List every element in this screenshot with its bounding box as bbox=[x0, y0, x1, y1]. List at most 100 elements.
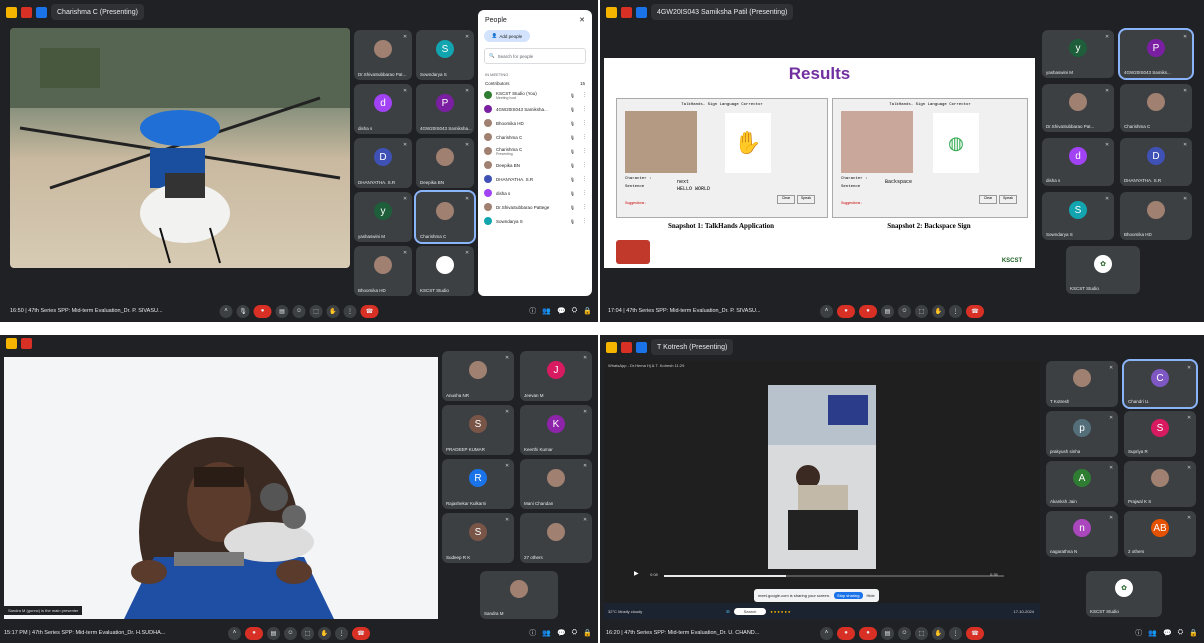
participant-tile[interactable]: ✕ Mani Chandan bbox=[520, 459, 592, 509]
participant-tile[interactable]: ✕ Dr.ShivaSubbarao Pat... bbox=[354, 30, 412, 80]
caret-icon[interactable]: ˄ bbox=[820, 304, 833, 318]
taskbar-apps[interactable]: ● ● ● ● ● ● bbox=[770, 609, 790, 614]
doc-icon[interactable] bbox=[636, 6, 647, 18]
record-icon[interactable] bbox=[621, 341, 632, 353]
speak-button[interactable]: Speak bbox=[797, 195, 815, 204]
participant-tile[interactable]: ✕ Bhoomika HD bbox=[354, 246, 412, 296]
present-icon[interactable]: ⬚ bbox=[309, 304, 323, 318]
folder-icon[interactable] bbox=[606, 341, 617, 353]
participant-tile[interactable]: n ✕ nagarathna N bbox=[1046, 511, 1118, 557]
more-icon[interactable]: ⋮ bbox=[582, 134, 587, 140]
lock-icon[interactable]: 🔒 bbox=[583, 307, 592, 315]
doc-icon[interactable] bbox=[36, 6, 47, 18]
add-people-button[interactable]: 👤 Add people bbox=[484, 30, 530, 42]
participant-tile[interactable]: d ✕ disha s bbox=[354, 84, 412, 134]
participant-tile[interactable]: ✿ KSCST Studio bbox=[1066, 246, 1140, 294]
presenter-chip[interactable]: T Kotresh (Presenting) bbox=[651, 339, 734, 355]
presenter-chip[interactable]: Charishma C (Presenting) bbox=[51, 4, 144, 20]
captions-icon[interactable]: ▤ bbox=[881, 304, 894, 318]
hand-icon[interactable]: ✋ bbox=[318, 626, 331, 640]
more-icon[interactable]: ⋮ bbox=[582, 218, 587, 224]
chat-icon[interactable]: 💬 bbox=[557, 629, 566, 637]
people-list-item[interactable]: Dr.ShivaSubbarao Pattege 🎙 ⋮ bbox=[478, 200, 592, 214]
folder-icon[interactable] bbox=[606, 6, 617, 18]
folder-icon[interactable] bbox=[6, 337, 17, 349]
participant-tile[interactable]: S ✕ Sowndarya S bbox=[1042, 192, 1114, 240]
participant-tile[interactable]: ✕ Deepika BN bbox=[416, 138, 474, 188]
people-list-item[interactable]: DHANYATHA. S.R 🎙 ⋮ bbox=[478, 172, 592, 186]
hand-icon[interactable]: ✋ bbox=[326, 304, 340, 318]
caret-icon[interactable]: ˄ bbox=[820, 626, 833, 640]
lock-icon[interactable]: 🔒 bbox=[1189, 629, 1198, 637]
more-icon[interactable]: ⋮ bbox=[582, 176, 587, 182]
more-icon[interactable]: ⋮ bbox=[582, 162, 587, 168]
participant-tile[interactable]: S ✕ Sowndarya S bbox=[416, 30, 474, 80]
participant-tile[interactable]: S ✕ Sudeep R K bbox=[442, 513, 514, 563]
mic-icon[interactable]: 🎙 bbox=[236, 304, 250, 318]
people-search[interactable]: 🔍 Search for people bbox=[484, 48, 586, 64]
people-list-item[interactable]: Charishma C 🎙 ⋮ bbox=[478, 130, 592, 144]
video-progress[interactable] bbox=[664, 575, 1004, 577]
participant-tile[interactable]: AB ✕ 2 others bbox=[1124, 511, 1196, 557]
participant-tile[interactable]: p ✕ prakyush sinha bbox=[1046, 411, 1118, 457]
participant-tile[interactable]: D ✕ DHANYATHA. S.R bbox=[354, 138, 412, 188]
record-icon[interactable] bbox=[21, 6, 32, 18]
more-icon[interactable]: ⋮ bbox=[343, 304, 357, 318]
more-icon[interactable]: ⋮ bbox=[582, 106, 587, 112]
activities-icon[interactable]: ⛭ bbox=[572, 307, 578, 315]
people-list-item[interactable]: Charishma C Presenting 🎙 ⋮ bbox=[478, 144, 592, 158]
mic-off-icon[interactable]: ● bbox=[837, 304, 855, 318]
hide-button[interactable]: Hide bbox=[867, 593, 875, 598]
more-icon[interactable]: ⋮ bbox=[335, 626, 348, 640]
lock-icon[interactable]: 🔒 bbox=[583, 629, 592, 637]
hand-icon[interactable]: ✋ bbox=[932, 626, 945, 640]
participant-tile[interactable]: K ✕ Keerthi Kumar bbox=[520, 405, 592, 455]
participant-tile[interactable]: S ✕ PRADEEP KUMAR bbox=[442, 405, 514, 455]
info-icon[interactable]: ⓘ bbox=[529, 628, 536, 638]
info-icon[interactable]: ⓘ bbox=[1135, 628, 1142, 638]
captions-icon[interactable]: ▤ bbox=[267, 626, 280, 640]
activities-icon[interactable]: ⛭ bbox=[572, 629, 578, 637]
people-list-item[interactable]: Bhoomika HD 🎙 ⋮ bbox=[478, 116, 592, 130]
play-icon[interactable]: ▶ bbox=[634, 570, 639, 577]
people-list-item[interactable]: Sowndarya S 🎙 ⋮ bbox=[478, 214, 592, 228]
leave-call-button[interactable]: ☎ bbox=[966, 304, 984, 318]
clear-button[interactable]: Clear bbox=[777, 195, 795, 204]
emoji-icon[interactable]: ☺ bbox=[284, 626, 297, 640]
participant-tile[interactable]: Sandra M bbox=[480, 571, 558, 619]
participant-tile[interactable]: ✕ Anusha NR bbox=[442, 351, 514, 401]
camera-off-icon[interactable]: ● bbox=[253, 304, 272, 318]
more-icon[interactable]: ⋮ bbox=[949, 626, 962, 640]
captions-icon[interactable]: ▤ bbox=[881, 626, 894, 640]
participant-tile[interactable]: ✕ Dr.ShivaSubbarao Pat... bbox=[1042, 84, 1114, 132]
participant-tile[interactable]: ✕ KSCST Studio bbox=[416, 246, 474, 296]
participant-tile[interactable]: ✕ 27 others bbox=[520, 513, 592, 563]
people-list-item[interactable]: disha s 🎙 ⋮ bbox=[478, 186, 592, 200]
leave-call-button[interactable]: ☎ bbox=[360, 304, 379, 318]
participant-tile[interactable]: D ✕ DHANYATHA. S.R bbox=[1120, 138, 1192, 186]
more-icon[interactable]: ⋮ bbox=[582, 204, 587, 210]
more-icon[interactable]: ⋮ bbox=[582, 190, 587, 196]
participant-tile[interactable]: ✕ Charishma C bbox=[1120, 84, 1192, 132]
participant-tile[interactable]: P ✕ 4GW20IS043 Samiks... bbox=[1118, 28, 1194, 80]
participant-tile[interactable]: R ✕ Rajashekar Kulkarni bbox=[442, 459, 514, 509]
speak-button[interactable]: Speak bbox=[999, 195, 1017, 204]
present-icon[interactable]: ⬚ bbox=[301, 626, 314, 640]
more-icon[interactable]: ⋮ bbox=[582, 92, 587, 98]
more-icon[interactable]: ⋮ bbox=[582, 120, 587, 126]
participant-tile[interactable]: C ✕ Chandri U. bbox=[1122, 359, 1198, 409]
people-icon[interactable]: 👥 bbox=[542, 629, 551, 637]
record-icon[interactable] bbox=[621, 6, 632, 18]
taskbar-search[interactable]: Search bbox=[733, 607, 767, 615]
participant-tile[interactable]: y ✕ yashaswini M bbox=[354, 192, 412, 242]
participant-tile[interactable]: A ✕ Akanksh Jain bbox=[1046, 461, 1118, 507]
chat-icon[interactable]: 💬 bbox=[557, 307, 566, 315]
people-list-item[interactable]: KSCST Studio (You) Meeting host 🎙 ⋮ bbox=[478, 88, 592, 102]
people-list-item[interactable]: Deepika BN 🎙 ⋮ bbox=[478, 158, 592, 172]
emoji-icon[interactable]: ☺ bbox=[292, 304, 306, 318]
participant-tile[interactable]: P ✕ 4GW20IS043 Samiksha... bbox=[416, 84, 474, 134]
participant-tile[interactable]: S ✕ Supriya R bbox=[1124, 411, 1196, 457]
captions-icon[interactable]: ▤ bbox=[275, 304, 289, 318]
participant-tile[interactable]: d ✕ disha s bbox=[1042, 138, 1114, 186]
chat-icon[interactable]: 💬 bbox=[1163, 629, 1172, 637]
